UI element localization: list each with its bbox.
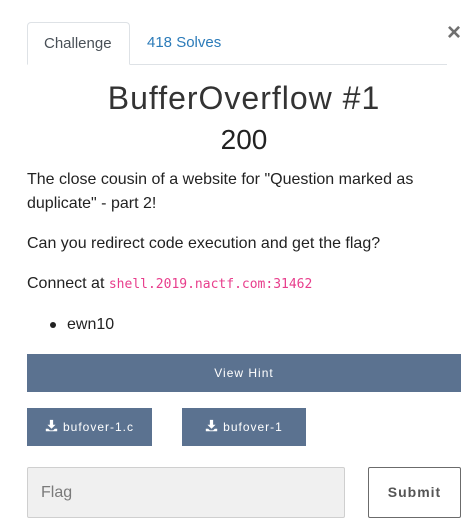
description-text: The close cousin of a website for "Quest… bbox=[27, 171, 414, 212]
connect-address: shell.2019.nactf.com:31462 bbox=[108, 277, 313, 292]
connect-line: Connect at shell.2019.nactf.com:31462 bbox=[27, 272, 447, 297]
description-question: Can you redirect code execution and get … bbox=[27, 235, 381, 252]
download-source-label: bufover-1.c bbox=[62, 420, 135, 434]
download-source-button[interactable]: bufover-1.c bbox=[27, 408, 152, 446]
challenge-title: BufferOverflow #1 bbox=[107, 80, 381, 116]
submit-button[interactable]: Submit bbox=[368, 467, 461, 518]
author-name: ewn10 bbox=[67, 316, 115, 333]
bullet-icon bbox=[50, 321, 56, 328]
download-binary-label: bufover-1 bbox=[223, 420, 283, 434]
view-hint-button[interactable]: View Hint bbox=[27, 354, 461, 392]
connect-label: Connect at bbox=[27, 275, 105, 292]
download-icon bbox=[205, 420, 218, 432]
flag-input[interactable] bbox=[27, 467, 345, 518]
download-icon bbox=[45, 420, 58, 432]
tab-challenge[interactable]: Challenge bbox=[27, 22, 130, 65]
tab-solves[interactable]: 418 Solves bbox=[131, 22, 241, 64]
close-icon[interactable]: × bbox=[444, 20, 464, 46]
author-list-item: ewn10 bbox=[50, 313, 114, 337]
challenge-points: 200 bbox=[220, 124, 268, 155]
download-binary-button[interactable]: bufover-1 bbox=[182, 408, 306, 446]
tab-bar: Challenge 418 Solves bbox=[27, 22, 447, 65]
